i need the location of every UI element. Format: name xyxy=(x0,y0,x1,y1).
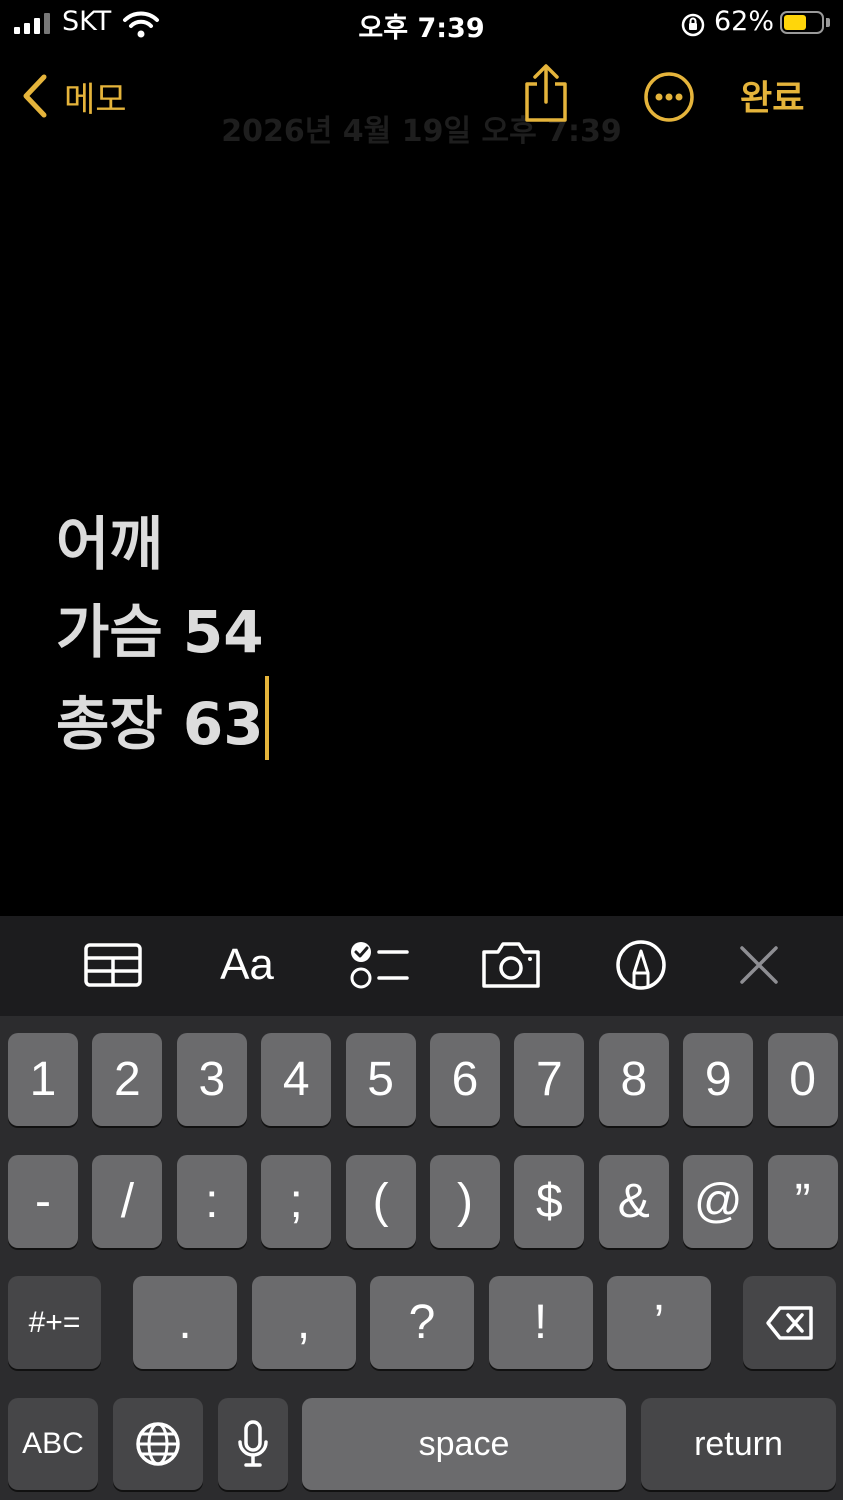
more-options-icon[interactable] xyxy=(642,70,696,124)
symbol-key[interactable]: $ xyxy=(514,1155,585,1248)
symbol-key[interactable]: ” xyxy=(767,1155,838,1248)
number-key[interactable]: 9 xyxy=(683,1033,754,1126)
format-toolbar: Aa xyxy=(0,916,843,1016)
number-key[interactable]: 5 xyxy=(345,1033,416,1126)
camera-icon[interactable] xyxy=(476,934,546,996)
globe-key[interactable] xyxy=(113,1398,203,1490)
table-icon[interactable] xyxy=(78,934,148,996)
symbol-key[interactable]: - xyxy=(8,1155,78,1248)
punctuation-key[interactable]: ’ xyxy=(607,1276,711,1369)
status-bar: SKT 오후 7:39 62% xyxy=(0,0,843,48)
symbol-key[interactable]: : xyxy=(176,1155,247,1248)
share-icon[interactable] xyxy=(520,62,572,124)
symbol-key[interactable]: ( xyxy=(345,1155,416,1248)
symbols-toggle-key[interactable]: #+= xyxy=(8,1276,101,1369)
battery-icon xyxy=(780,11,824,34)
punctuation-key[interactable]: ! xyxy=(488,1276,593,1369)
markup-pen-icon[interactable] xyxy=(606,934,676,996)
symbol-key[interactable]: @ xyxy=(683,1155,754,1248)
battery-fill xyxy=(784,15,806,30)
note-line: 총장 63 xyxy=(56,676,269,764)
number-key[interactable]: 3 xyxy=(176,1033,247,1126)
battery-tip xyxy=(826,18,830,27)
delete-key[interactable] xyxy=(743,1276,836,1369)
abc-key[interactable]: ABC xyxy=(8,1398,98,1490)
return-key[interactable]: return xyxy=(641,1398,836,1490)
number-key[interactable]: 4 xyxy=(261,1033,332,1126)
number-key[interactable]: 7 xyxy=(514,1033,585,1126)
symbol-key[interactable]: ) xyxy=(430,1155,500,1248)
note-line: 가슴 54 xyxy=(56,598,264,666)
format-icon[interactable]: Aa xyxy=(212,934,282,996)
number-key[interactable]: 6 xyxy=(430,1033,500,1126)
dictation-key[interactable] xyxy=(218,1398,288,1490)
note-date: 2026년 4월 19일 오후 7:39 xyxy=(221,114,622,149)
symbol-key[interactable]: / xyxy=(92,1155,163,1248)
number-key[interactable]: 8 xyxy=(598,1033,669,1126)
checklist-icon[interactable] xyxy=(344,934,414,996)
backspace-icon xyxy=(765,1305,813,1340)
keyboard: 1234567890 - /:;() $ & @” #+= .,?!’ ABC spac… xyxy=(0,1016,843,1500)
symbol-key[interactable]: ; xyxy=(261,1155,332,1248)
symbol-key[interactable]: & xyxy=(598,1155,669,1248)
note-editor[interactable]: 어깨 가슴 54 총장 63 xyxy=(56,500,269,764)
globe-icon xyxy=(136,1422,180,1466)
close-icon[interactable] xyxy=(724,934,794,996)
note-line: 어깨 xyxy=(56,510,163,578)
done-button[interactable]: 완료 xyxy=(740,70,804,121)
number-key[interactable]: 1 xyxy=(8,1033,78,1126)
battery-percent: 62% xyxy=(714,6,775,37)
punctuation-key[interactable]: ? xyxy=(370,1276,474,1369)
microphone-icon xyxy=(238,1420,268,1467)
number-key[interactable]: 0 xyxy=(767,1033,838,1126)
punctuation-key[interactable]: . xyxy=(133,1276,237,1369)
punctuation-key[interactable]: , xyxy=(251,1276,356,1369)
number-key[interactable]: 2 xyxy=(92,1033,163,1126)
space-key[interactable]: space xyxy=(302,1398,626,1490)
text-cursor xyxy=(264,676,269,760)
orientation-lock-icon xyxy=(681,13,705,37)
